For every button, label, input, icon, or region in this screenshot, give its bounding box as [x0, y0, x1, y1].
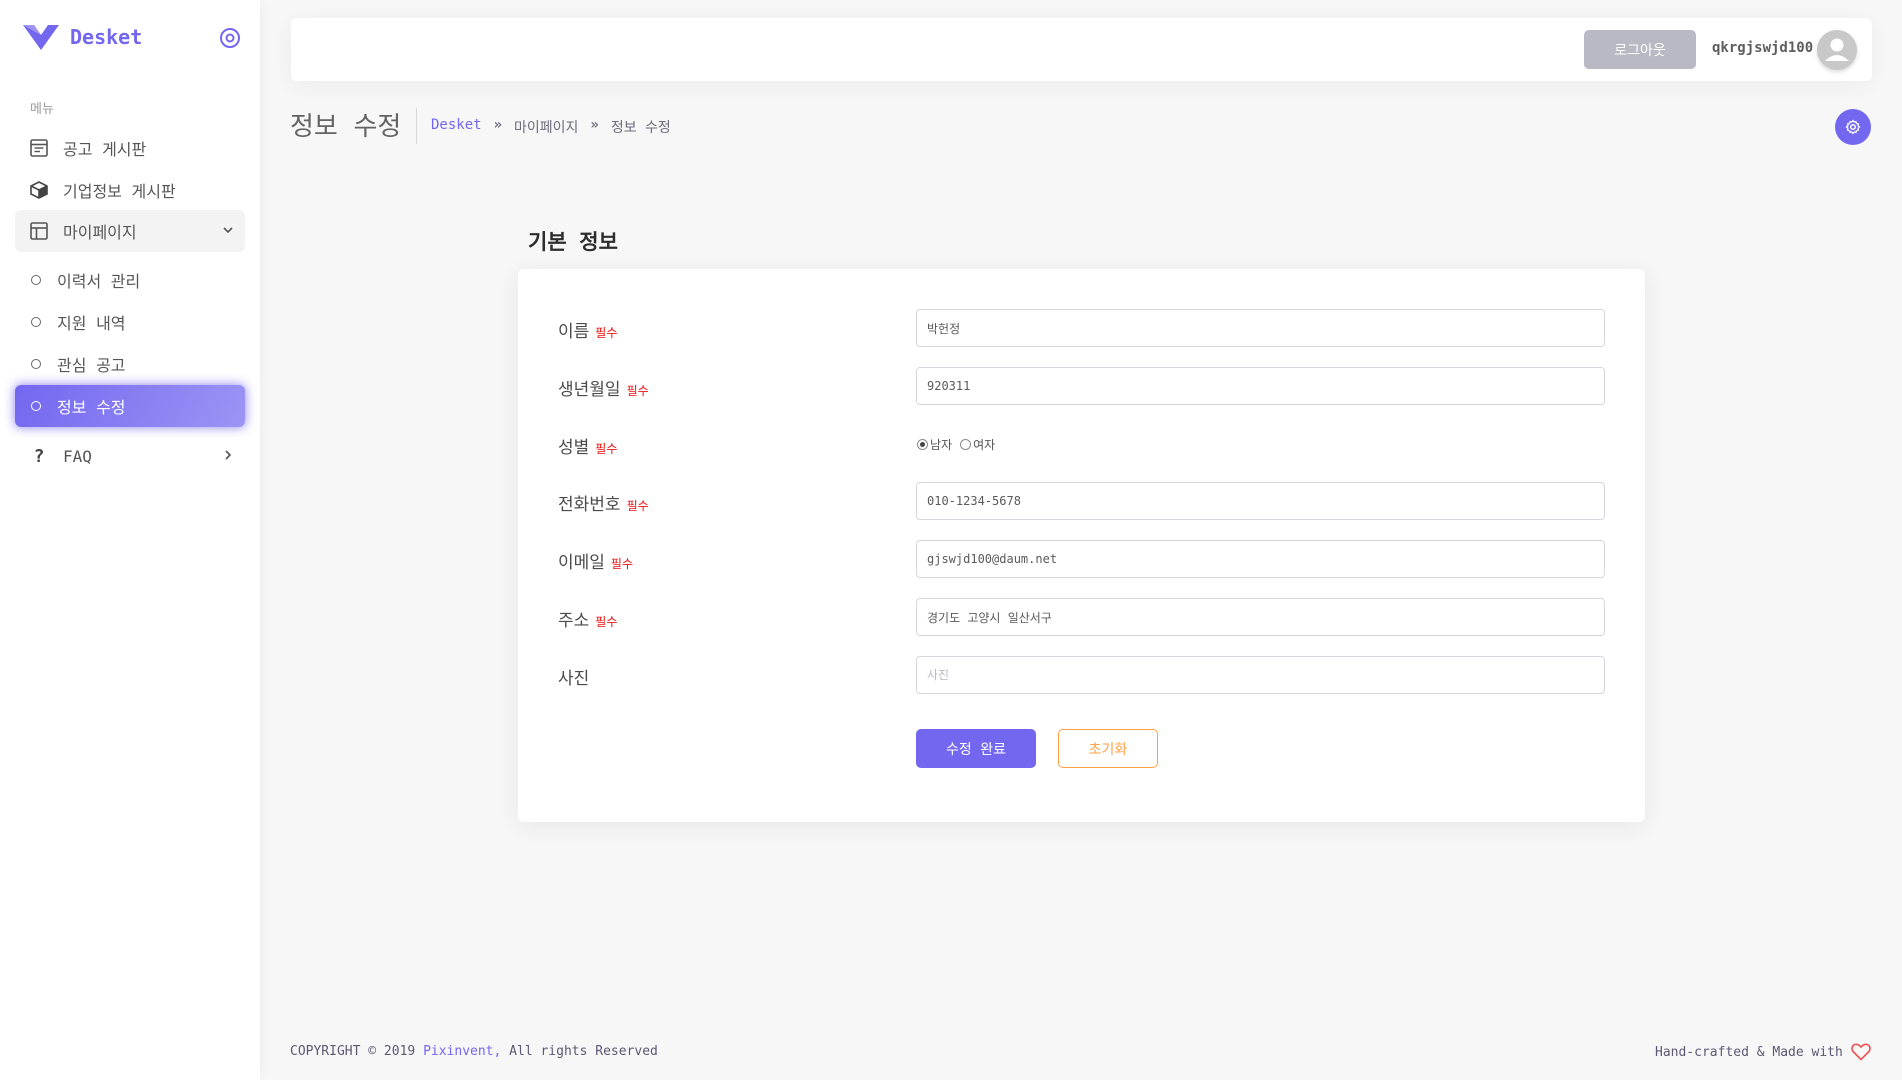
address-input[interactable]	[916, 598, 1605, 636]
circle-icon	[29, 354, 43, 374]
photo-input[interactable]	[916, 656, 1605, 694]
gender-female-radio[interactable]	[960, 439, 972, 450]
circle-icon	[29, 312, 43, 332]
gender-radio-group: 남자 여자	[917, 436, 1003, 453]
profile-form-card: 이름필수 생년월일필수 성별필수 남자 여자 전화번호필수 이메일필수 주소필수…	[518, 269, 1645, 822]
sidebar-item-job-board[interactable]: 공고 게시판	[15, 127, 245, 169]
logout-button[interactable]: 로그아웃	[1584, 30, 1696, 69]
sidebar-item-favorites[interactable]: 관심 공고	[15, 343, 245, 385]
phone-label: 전화번호 필수	[558, 495, 649, 515]
brand[interactable]: Desket	[22, 22, 142, 52]
sidebar-item-mypage[interactable]: 마이페이지	[15, 210, 245, 252]
phone-input[interactable]	[916, 482, 1605, 520]
layout-icon	[29, 221, 49, 241]
sidebar-item-edit-info[interactable]: 정보 수정	[15, 385, 245, 427]
brand-logo-icon	[23, 25, 59, 50]
sidebar-item-applications[interactable]: 지원 내역	[15, 301, 245, 343]
sidebar: Desket 메뉴 공고 게시판 기업정보 게시판 마이페이지 이력서 관리 지…	[0, 0, 260, 1080]
sidebar-item-label: 관심 공고	[57, 356, 126, 375]
form-row-phone: 전화번호 필수	[558, 482, 1605, 522]
gender-label: 성별 필수	[558, 438, 618, 458]
circle-icon	[29, 396, 43, 416]
address-label: 주소 필수	[558, 611, 618, 631]
form-row-address: 주소 필수	[558, 598, 1605, 638]
brand-name: Desket	[70, 25, 143, 49]
email-label: 이메일 필수	[558, 553, 634, 573]
form-row-gender: 성별 필수 남자 여자	[558, 425, 1605, 465]
form-row-photo: 사진	[558, 656, 1605, 696]
calendar-icon	[29, 138, 49, 158]
breadcrumb-home[interactable]: Desket	[431, 117, 482, 137]
reset-button[interactable]: 초기화	[1058, 729, 1158, 768]
breadcrumb-separator: »	[493, 117, 503, 133]
sidebar-item-label: 이력서 관리	[57, 272, 141, 291]
breadcrumb-current: 정보 수정	[610, 120, 671, 136]
question-icon: ?	[33, 445, 45, 467]
gear-icon	[1845, 119, 1861, 135]
photo-label: 사진	[558, 669, 590, 689]
required-mark: 필수	[595, 442, 618, 456]
username[interactable]: qkrgjswjd100	[1712, 40, 1813, 56]
sidebar-item-company-board[interactable]: 기업정보 게시판	[15, 169, 245, 211]
submit-button[interactable]: 수정 완료	[916, 729, 1036, 768]
settings-button[interactable]	[1835, 109, 1871, 145]
gender-male-label[interactable]: 남자	[930, 436, 952, 453]
chevron-down-icon	[223, 227, 233, 234]
required-mark: 필수	[610, 557, 634, 571]
sidebar-item-label: FAQ	[63, 446, 92, 466]
required-mark: 필수	[595, 615, 618, 629]
form-row-birth: 생년월일 필수	[558, 367, 1605, 407]
gender-male-radio[interactable]	[917, 439, 928, 450]
form-row-name: 이름 필수	[558, 309, 1605, 349]
gender-female-label[interactable]: 여자	[973, 436, 995, 453]
name-label: 이름 필수	[558, 322, 618, 342]
section-title: 기본 정보	[528, 230, 618, 254]
sidebar-item-resume[interactable]: 이력서 관리	[15, 259, 245, 301]
sidebar-item-label: 공고 게시판	[63, 140, 147, 159]
footer-company-link[interactable]: Pixinvent,	[423, 1044, 501, 1059]
required-mark: 필수	[626, 499, 649, 513]
sidebar-toggle-icon[interactable]	[218, 26, 242, 50]
birth-input[interactable]	[916, 367, 1605, 405]
sidebar-item-label: 정보 수정	[57, 398, 126, 417]
top-navbar: 로그아웃 qkrgjswjd100	[291, 18, 1872, 81]
breadcrumb-separator: »	[590, 117, 599, 133]
sidebar-item-label: 지원 내역	[57, 314, 126, 333]
sidebar-item-faq[interactable]: ? FAQ	[15, 435, 245, 477]
breadcrumb: Desket » 마이페이지 » 정보 수정	[431, 117, 671, 137]
chevron-right-icon	[225, 450, 232, 460]
title-divider	[416, 108, 417, 144]
footer-copyright: COPYRIGHT © 2019 Pixinvent, All rights R…	[290, 1044, 658, 1059]
birth-label: 생년월일 필수	[558, 380, 649, 400]
avatar[interactable]	[1817, 30, 1857, 70]
email-input[interactable]	[916, 540, 1605, 578]
sidebar-item-label: 마이페이지	[63, 223, 137, 242]
sidebar-item-label: 기업정보 게시판	[63, 182, 176, 201]
box-icon	[29, 180, 49, 200]
form-row-email: 이메일 필수	[558, 540, 1605, 580]
menu-header: 메뉴	[30, 102, 54, 117]
name-input[interactable]	[916, 309, 1605, 347]
circle-icon	[29, 270, 43, 290]
user-avatar-icon	[1825, 38, 1849, 61]
required-mark: 필수	[626, 384, 649, 398]
footer-made-with: Hand-crafted & Made with	[1655, 1043, 1871, 1061]
page-title: 정보 수정	[290, 112, 402, 142]
breadcrumb-mypage[interactable]: 마이페이지	[514, 117, 578, 137]
required-mark: 필수	[595, 326, 618, 340]
heart-icon	[1851, 1043, 1871, 1061]
